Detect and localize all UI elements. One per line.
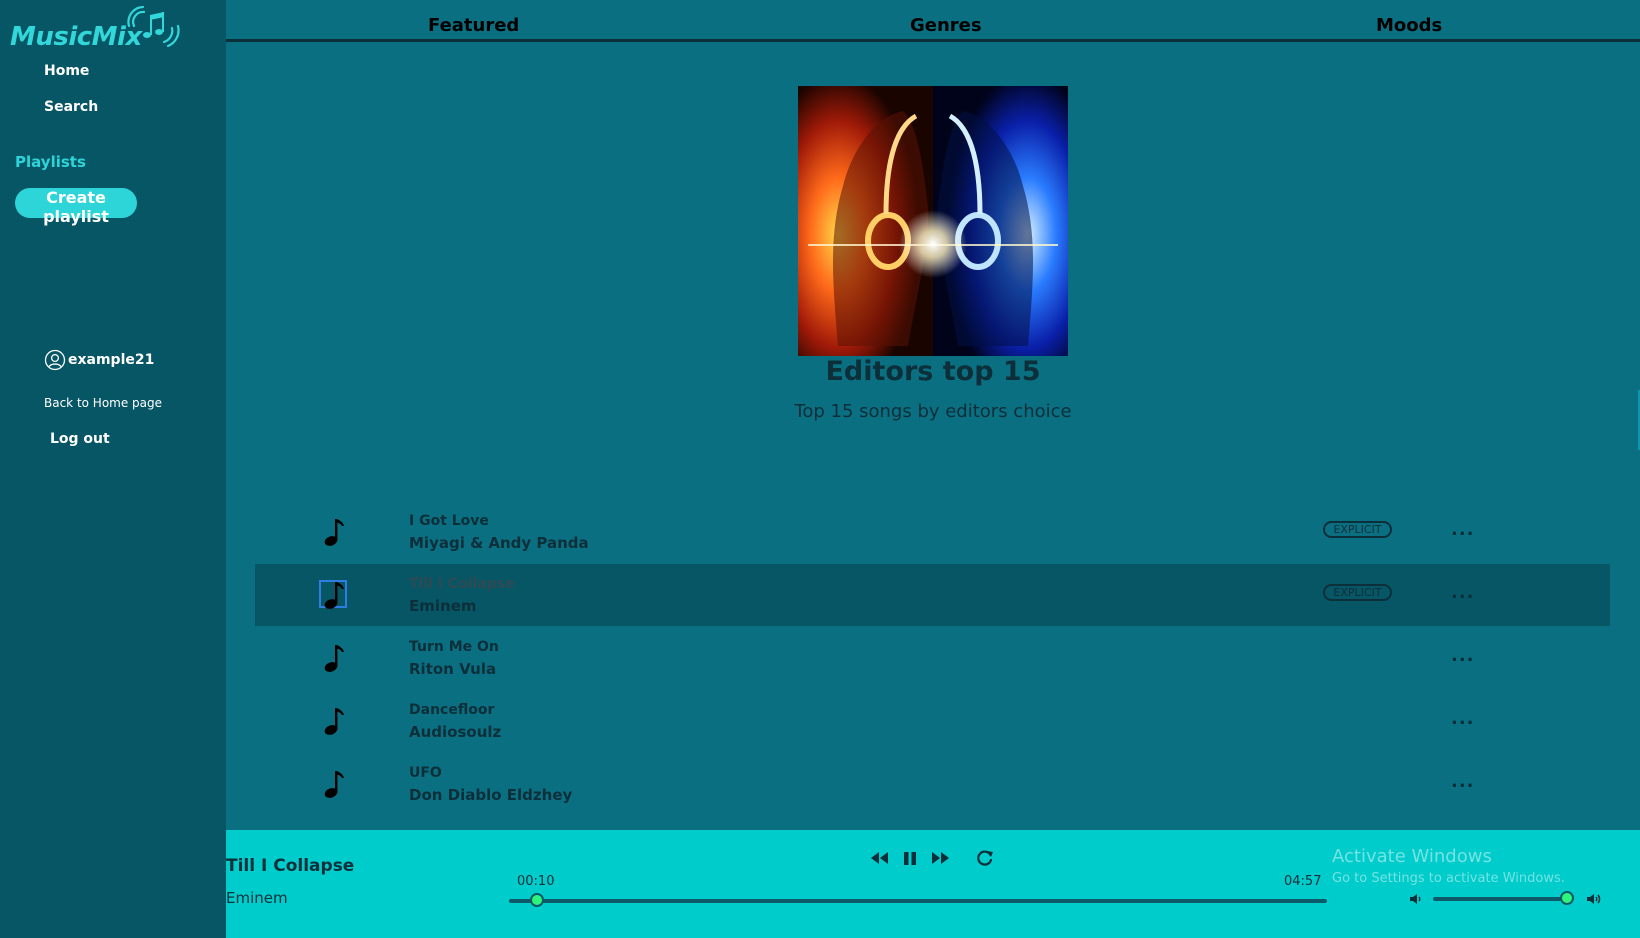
now-playing-artist: Eminem: [226, 889, 288, 907]
playlist-cover-image: [798, 86, 1068, 356]
track-title: Till I Collapse: [409, 576, 515, 592]
now-playing-title: Till I Collapse: [226, 856, 355, 876]
tab-featured[interactable]: Featured: [428, 15, 519, 36]
current-time: 00:10: [517, 874, 555, 889]
more-options-button[interactable]: ...: [1451, 645, 1475, 666]
tab-moods[interactable]: Moods: [1376, 15, 1442, 36]
track-row[interactable]: Turn Me On Riton Vula ...: [255, 627, 1610, 689]
playlist-subtitle: Top 15 songs by editors choice: [794, 401, 1072, 422]
more-options-button[interactable]: ...: [1451, 771, 1475, 792]
track-row[interactable]: Dancefloor Audiosoulz ...: [255, 690, 1610, 752]
playlists-heading: Playlists: [15, 153, 86, 171]
watermark-line-2: Go to Settings to activate Windows.: [1332, 871, 1565, 886]
watermark-line-1: Activate Windows: [1332, 846, 1492, 867]
logout-button[interactable]: Log out: [50, 431, 110, 447]
rewind-icon[interactable]: [870, 848, 890, 868]
track-row-active[interactable]: Till I Collapse Eminem EXPLICIT ...: [255, 564, 1610, 626]
music-note-icon: [324, 708, 344, 735]
explicit-badge: EXPLICIT: [1323, 521, 1392, 538]
volume-slider-thumb[interactable]: [1560, 891, 1575, 905]
track-artist: Eminem: [409, 597, 477, 615]
fast-forward-icon[interactable]: [930, 848, 950, 868]
track-row[interactable]: I Got Love Miyagi & Andy Panda EXPLICIT …: [255, 501, 1610, 563]
track-row[interactable]: UFO Don Diablo Eldzhey ...: [255, 753, 1610, 815]
app: MusicMix Home Search Playlists Create pl…: [0, 0, 1640, 938]
total-time: 04:57: [1284, 874, 1322, 889]
create-playlist-button[interactable]: Create playlist: [15, 188, 137, 226]
sidebar-item-search[interactable]: Search: [44, 99, 98, 115]
sidebar-item-home[interactable]: Home: [44, 63, 89, 79]
track-artist: Don Diablo Eldzhey: [409, 786, 573, 804]
repeat-icon[interactable]: [975, 848, 995, 868]
volume-slider[interactable]: [1433, 891, 1575, 905]
user-avatar-icon: [44, 349, 66, 371]
progress-slider[interactable]: [509, 893, 1327, 907]
music-waves-icon: [127, 5, 180, 48]
progress-slider-thumb[interactable]: [529, 893, 544, 907]
more-options-button[interactable]: ...: [1451, 708, 1475, 729]
volume-high-icon[interactable]: [1586, 891, 1602, 907]
music-note-icon: [324, 582, 344, 609]
music-note-icon: [324, 645, 344, 672]
tab-bar: Featured Genres Moods: [226, 0, 1640, 42]
more-options-button[interactable]: ...: [1451, 582, 1475, 603]
player-bar: Till I Collapse Eminem 00:10 04:57 Activ…: [226, 830, 1640, 938]
back-to-home-link[interactable]: Back to Home page: [44, 396, 162, 410]
user-profile[interactable]: example21: [44, 348, 154, 372]
music-note-icon: [324, 519, 344, 546]
music-note-icon: [324, 771, 344, 798]
track-artist: Miyagi & Andy Panda: [409, 534, 589, 552]
track-artist: Audiosoulz: [409, 723, 502, 741]
username: example21: [68, 352, 155, 368]
track-title: Dancefloor: [409, 702, 495, 718]
track-title: UFO: [409, 765, 442, 781]
activate-windows-watermark: Activate Windows Go to Settings to activ…: [1332, 846, 1565, 886]
tab-genres[interactable]: Genres: [910, 15, 982, 36]
more-options-button[interactable]: ...: [1451, 519, 1475, 540]
track-title: Turn Me On: [409, 639, 499, 655]
app-logo[interactable]: MusicMix: [10, 4, 180, 52]
track-title: I Got Love: [409, 513, 489, 529]
volume-low-icon[interactable]: [1408, 891, 1424, 907]
sidebar: MusicMix Home Search Playlists Create pl…: [0, 0, 226, 938]
explicit-badge: EXPLICIT: [1323, 584, 1392, 601]
playlist-title: Editors top 15: [825, 356, 1041, 387]
track-artist: Riton Vula: [409, 660, 497, 678]
pause-icon[interactable]: [900, 848, 920, 868]
